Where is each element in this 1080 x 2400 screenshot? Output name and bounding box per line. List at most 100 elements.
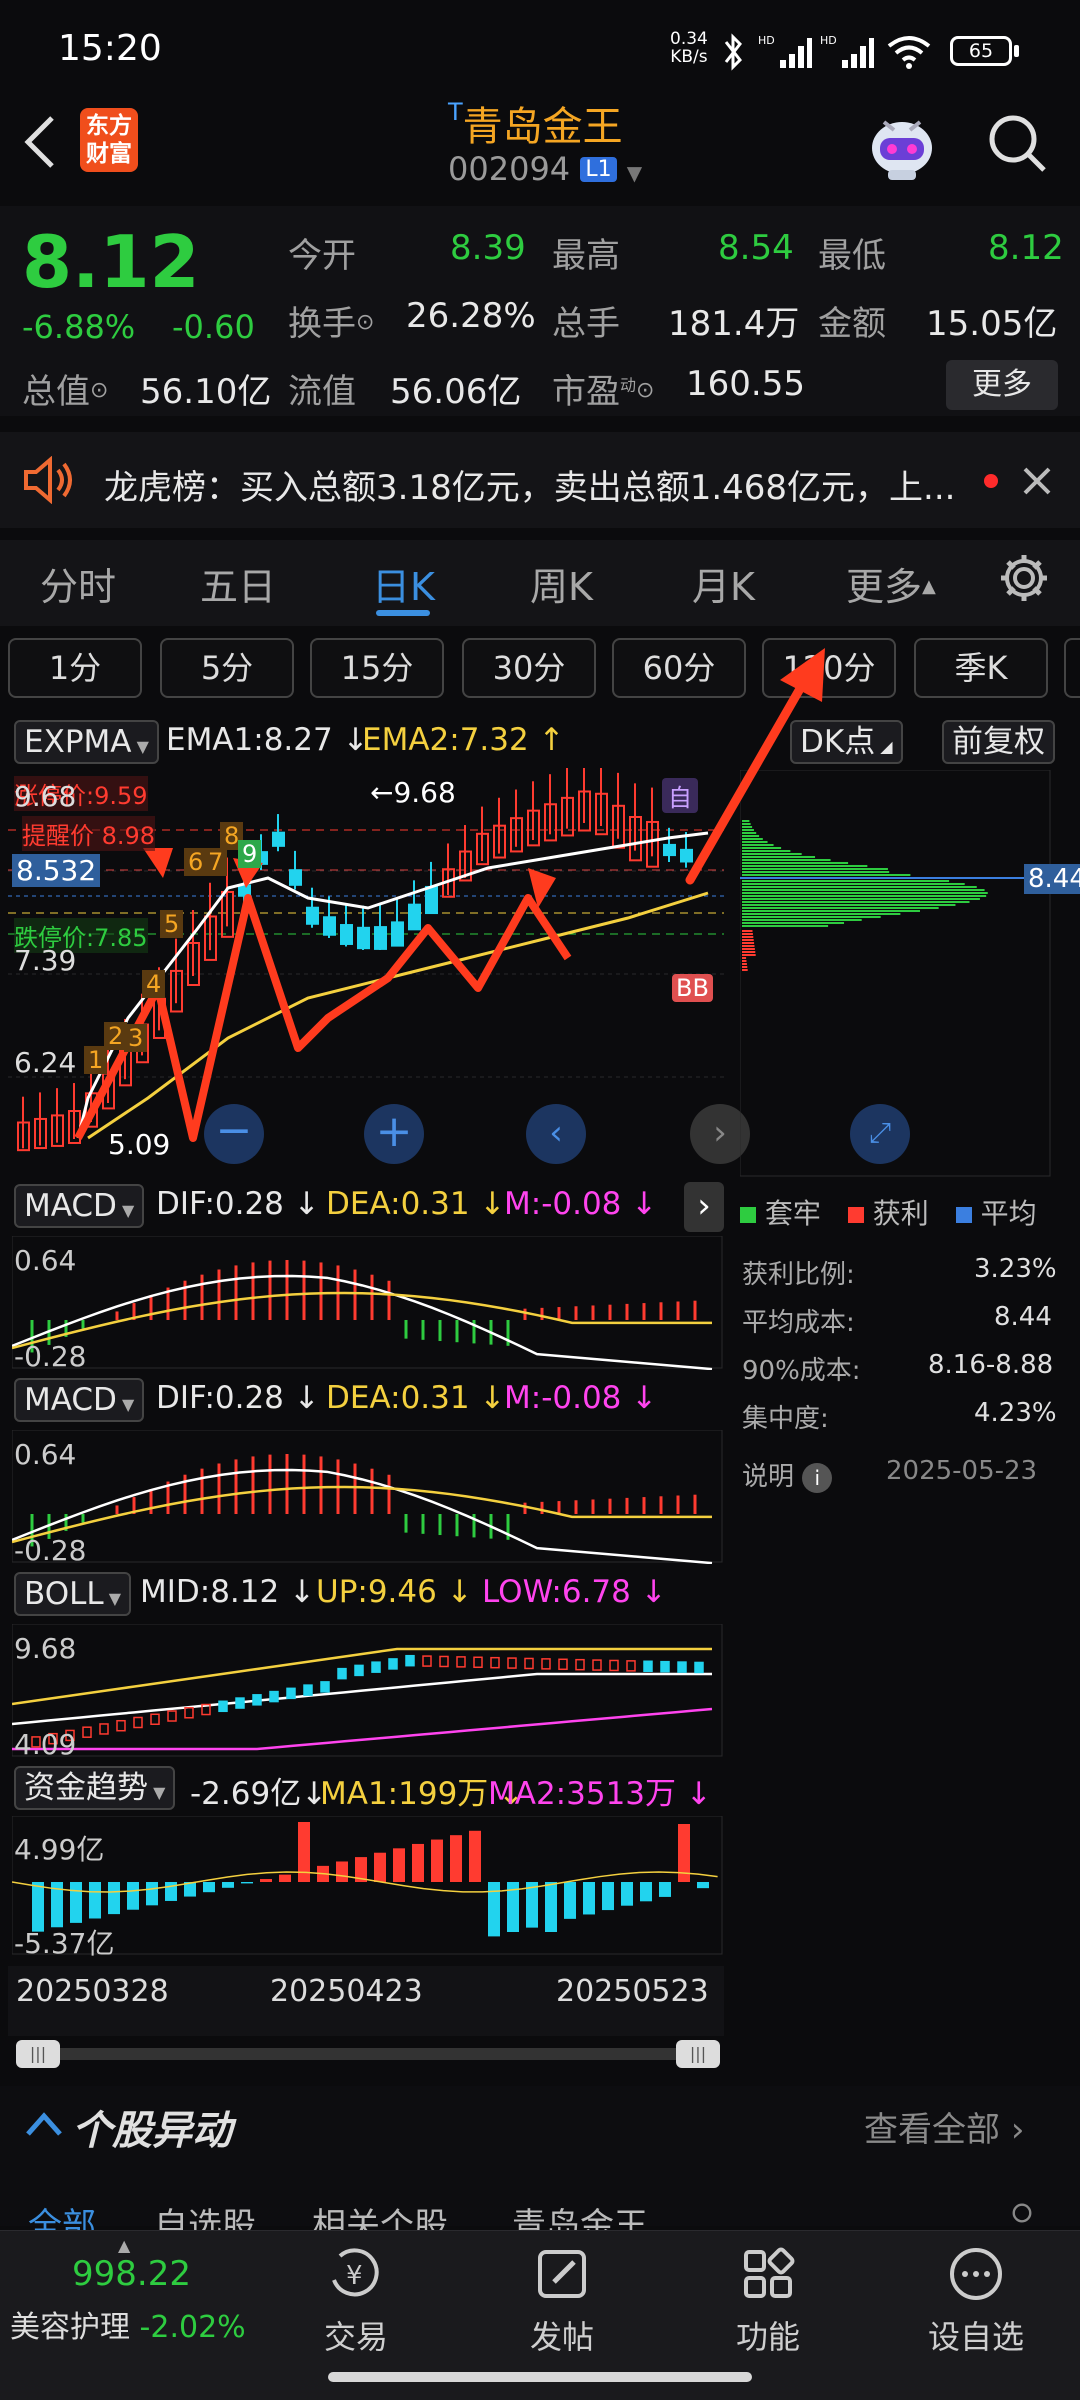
collapse-chevron-icon[interactable]	[24, 2108, 64, 2138]
annotation-arrow	[685, 675, 810, 885]
nav-trade[interactable]: ¥ 交易	[248, 2244, 464, 2358]
app-logo[interactable]: 东方 财富	[80, 108, 138, 172]
level-badge: L1	[580, 157, 617, 182]
chevron-down-icon: ▼	[131, 737, 149, 756]
tab-intraday[interactable]: 分时	[40, 556, 116, 611]
index-ticker[interactable]: ▲ 998.22 美容护理 -2.02%	[0, 2230, 260, 2345]
period-15min[interactable]: 15分	[310, 638, 444, 698]
candle-body	[340, 924, 353, 945]
chip-row-value: 8.44	[994, 1302, 1052, 1332]
boll-candle	[694, 1661, 704, 1674]
fund-trend-chart[interactable]	[12, 1816, 724, 1956]
nav-post[interactable]: 发帖	[454, 2244, 670, 2358]
back-icon[interactable]	[22, 114, 58, 170]
boll-candle	[524, 1657, 534, 1670]
tab-weekly-k[interactable]: 周K	[530, 556, 593, 611]
boll-chart[interactable]	[12, 1624, 724, 1758]
chip-note[interactable]: 说明 i	[742, 1456, 833, 1493]
index-value: 998.22	[72, 2254, 191, 2294]
boll-candle	[82, 1726, 92, 1738]
stat-amount-label: 金额	[818, 304, 886, 344]
range-slider-track[interactable]	[16, 2048, 716, 2060]
macd-chart-1[interactable]	[12, 1236, 724, 1370]
info-icon: ⊙	[636, 378, 655, 403]
triangle-up-icon: ▲	[118, 2236, 131, 2255]
view-all-link[interactable]: 查看全部 ›	[864, 2102, 1024, 2151]
banner-text[interactable]: 龙虎榜：买入总额3.18亿元，卖出总额1.468亿元，上...	[104, 460, 955, 509]
expand-panel-button[interactable]: ›	[684, 1182, 724, 1232]
tab-active-indicator	[376, 610, 430, 616]
period-30min[interactable]: 30分	[462, 638, 596, 698]
gear-icon[interactable]	[998, 552, 1050, 604]
fund-bar	[108, 1882, 120, 1915]
fund-bar	[374, 1852, 386, 1882]
chip-bar-profit	[742, 966, 748, 968]
zoom-in-button[interactable]: +	[364, 1104, 424, 1164]
annotation-arrowhead	[780, 648, 825, 702]
quote-stats: 今开 8.39 最高 8.54 最低 8.12 换手⊙ 26.28% 总手 18…	[0, 220, 1080, 420]
td-count-3: 3	[124, 1024, 148, 1052]
scroll-left-button[interactable]: ‹	[526, 1104, 586, 1164]
svg-text:HD: HD	[758, 34, 775, 47]
grid-icon	[744, 2247, 795, 2298]
boll-candle	[150, 1713, 160, 1725]
stock-code[interactable]: 002094 L1 ▼	[448, 150, 642, 188]
period-5min[interactable]: 5分	[160, 638, 294, 698]
more-button[interactable]: 更多	[946, 360, 1058, 410]
close-icon[interactable]	[1022, 466, 1052, 496]
macd-dif: DIF:0.28 ↓	[156, 1186, 320, 1222]
search-icon[interactable]	[986, 112, 1048, 174]
macd2-dif: DIF:0.28 ↓	[156, 1380, 320, 1416]
range-slider-right-handle[interactable]: |||	[676, 2040, 720, 2068]
alert-price-label: 提醒价 8.98	[22, 816, 156, 851]
boll-candle	[422, 1655, 432, 1667]
macd-chart-2[interactable]	[12, 1430, 724, 1564]
tab-five-day[interactable]: 五日	[200, 556, 276, 611]
stock-title[interactable]: T青岛金王	[448, 94, 623, 152]
indicator-select-fund-trend[interactable]: 资金趋势 ▼	[14, 1766, 176, 1810]
fund-bar	[222, 1882, 234, 1888]
battery-icon: 65	[950, 36, 1012, 66]
info-icon: ⊙	[356, 310, 375, 335]
svg-text:HD: HD	[820, 34, 837, 47]
tab-monthly-k[interactable]: 月K	[692, 556, 755, 611]
fund-bar	[279, 1874, 291, 1882]
chevron-down-icon: ▼	[103, 1589, 122, 1608]
indicator-select-boll[interactable]: BOLL ▼	[14, 1572, 132, 1616]
boll-candle	[337, 1667, 347, 1680]
zoom-out-button[interactable]: −	[204, 1104, 264, 1164]
period-1min[interactable]: 1分	[8, 638, 142, 698]
nav-add-watchlist[interactable]: 设自选	[868, 2244, 1080, 2358]
boll-candle	[269, 1690, 279, 1703]
chip-bar-profit	[742, 957, 747, 959]
chip-row-label: 平均成本:	[742, 1308, 855, 1338]
gear-icon[interactable]	[1000, 2200, 1044, 2226]
stat-turnover-label: 换手⊙	[288, 304, 375, 344]
bluetooth-icon	[724, 33, 742, 71]
tab-more[interactable]: 更多▲	[846, 556, 936, 611]
boll-candle	[473, 1656, 483, 1669]
bb-signal-tag: BB	[672, 974, 713, 1002]
boll-candle	[677, 1661, 687, 1673]
indicator-select-macd[interactable]: MACD ▼	[14, 1184, 145, 1228]
stat-mktcap-value: 56.10亿	[140, 372, 272, 412]
stat-float-value: 56.06亿	[390, 372, 522, 412]
tab-daily-k[interactable]: 日K	[372, 556, 435, 611]
fund-bar	[697, 1882, 709, 1889]
chip-bar-profit	[742, 954, 756, 956]
macd2-dea: DEA:0.31 ↓	[326, 1380, 506, 1416]
indicator-select-macd-2[interactable]: MACD ▼	[14, 1378, 145, 1422]
high-price-label: ←9.68	[370, 776, 456, 809]
boll-candle	[388, 1658, 398, 1670]
fund-trend-value: -2.69亿↓	[190, 1776, 328, 1812]
chip-bar-profit	[742, 963, 747, 965]
nav-features[interactable]: 功能	[660, 2244, 876, 2358]
chip-bar-profit	[742, 960, 747, 962]
range-slider-left-handle[interactable]: |||	[16, 2040, 60, 2068]
stat-open-value: 8.39	[450, 228, 526, 268]
indicator-select-expma[interactable]: EXPMA ▼	[14, 720, 159, 764]
chip-bar-profit	[742, 951, 756, 953]
fund-bar	[393, 1848, 405, 1882]
chip-row-value: 4.23%	[974, 1398, 1057, 1428]
robot-assistant-icon[interactable]	[862, 104, 942, 184]
